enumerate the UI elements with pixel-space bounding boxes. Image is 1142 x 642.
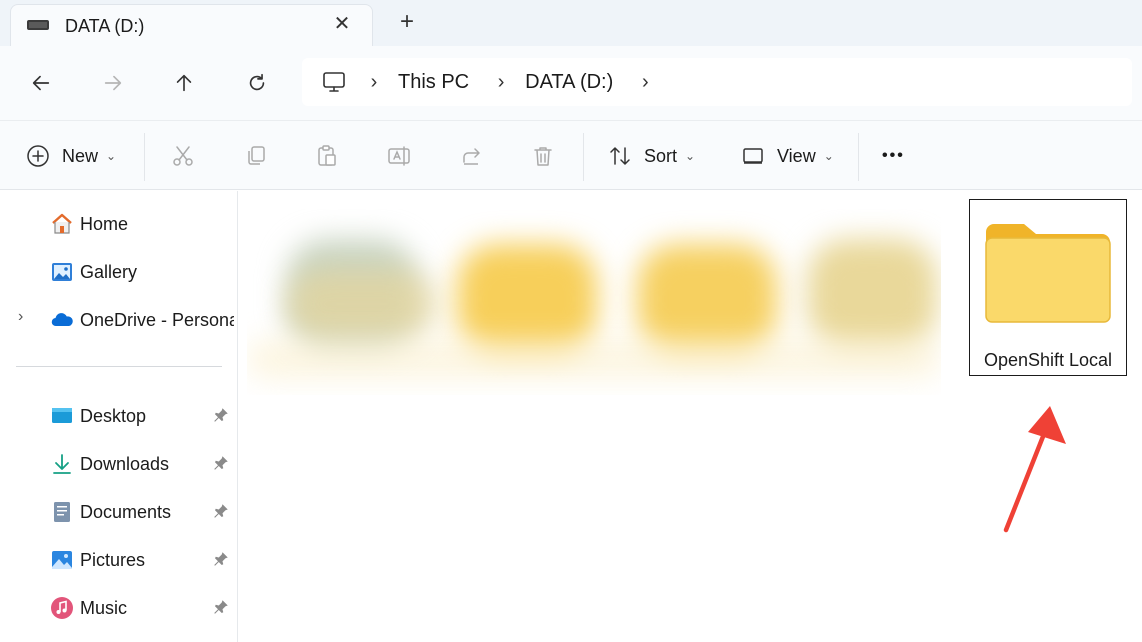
sort-label: Sort bbox=[644, 145, 678, 166]
trash-icon bbox=[534, 147, 552, 166]
sidebar-item-desktop[interactable]: Desktop bbox=[0, 396, 236, 436]
sort-icon bbox=[610, 147, 630, 165]
sidebar-item-documents[interactable]: Documents bbox=[0, 492, 236, 532]
chevron-down-icon: ⌄ bbox=[823, 149, 834, 163]
pin-icon[interactable] bbox=[212, 454, 230, 472]
sidebar-item-label: Gallery bbox=[80, 262, 138, 282]
sidebar-item-home[interactable]: Home bbox=[0, 204, 236, 244]
blurred-item bbox=[807, 239, 937, 349]
view-icon bbox=[743, 148, 763, 164]
sidebar-item-music[interactable]: Music bbox=[0, 588, 236, 628]
desktop-icon bbox=[52, 408, 72, 423]
up-button[interactable] bbox=[169, 68, 199, 98]
chevron-right-icon[interactable]: › bbox=[18, 308, 23, 326]
breadcrumb-data-drive[interactable]: DATA (D:) bbox=[525, 71, 613, 94]
divider bbox=[144, 133, 145, 181]
blurred-item bbox=[247, 339, 941, 379]
folder-name: OpenShift Local bbox=[983, 350, 1113, 370]
new-tab-button[interactable]: + bbox=[392, 8, 422, 38]
chevron-down-icon: ⌄ bbox=[685, 149, 696, 163]
view-button[interactable]: View ⌄ bbox=[741, 121, 834, 191]
tab-title: DATA (D:) bbox=[65, 16, 145, 36]
chevron-right-icon[interactable]: › bbox=[639, 71, 651, 94]
plus-circle-icon bbox=[27, 145, 49, 167]
blurred-item bbox=[637, 244, 777, 354]
sidebar-item-label: Home bbox=[80, 214, 129, 234]
refresh-button[interactable] bbox=[242, 68, 272, 98]
copy-icon bbox=[248, 146, 265, 165]
sidebar-item-onedrive[interactable]: › OneDrive - Persona bbox=[0, 300, 236, 340]
chevron-right-icon[interactable]: › bbox=[495, 71, 507, 94]
pin-icon[interactable] bbox=[212, 598, 230, 616]
sidebar-item-label: Documents bbox=[80, 502, 172, 522]
arrow-left-icon bbox=[32, 75, 50, 91]
breadcrumb-this-pc[interactable]: This PC bbox=[398, 71, 469, 94]
view-label: View bbox=[777, 145, 816, 166]
new-button[interactable]: New ⌄ bbox=[26, 121, 116, 191]
divider bbox=[583, 133, 584, 181]
onedrive-icon bbox=[51, 313, 73, 327]
sidebar-item-label: OneDrive - Persona bbox=[80, 310, 234, 330]
forward-button[interactable] bbox=[98, 68, 128, 98]
sidebar-item-downloads[interactable]: Downloads bbox=[0, 444, 236, 484]
sidebar-item-label: Downloads bbox=[80, 454, 170, 474]
more-options-button[interactable]: ••• bbox=[882, 121, 905, 191]
delete-button[interactable] bbox=[531, 121, 555, 191]
sidebar-item-pictures[interactable]: Pictures bbox=[0, 540, 236, 580]
sidebar-item-gallery[interactable]: Gallery bbox=[0, 252, 236, 292]
refresh-icon bbox=[249, 73, 265, 91]
share-button[interactable] bbox=[460, 121, 484, 191]
chevron-down-icon: ⌄ bbox=[106, 149, 117, 163]
arrow-right-icon bbox=[104, 75, 122, 91]
downloads-icon bbox=[53, 454, 71, 474]
share-icon bbox=[463, 148, 480, 165]
gallery-icon bbox=[52, 263, 72, 281]
tab-data-drive[interactable]: DATA (D:) ✕ bbox=[10, 4, 373, 46]
documents-icon bbox=[54, 502, 70, 522]
sidebar-item-label: Pictures bbox=[80, 550, 146, 570]
drive-icon bbox=[27, 20, 49, 30]
clipboard-icon bbox=[318, 145, 336, 166]
sidebar-item-label: Desktop bbox=[80, 406, 147, 426]
navigation-pane: Home Gallery › OneDrive - Persona Deskto… bbox=[0, 191, 238, 642]
blurred-item bbox=[457, 244, 597, 354]
blurred-folders bbox=[247, 209, 941, 395]
sort-button[interactable]: Sort ⌄ bbox=[608, 121, 695, 191]
sidebar-item-label: Music bbox=[80, 598, 128, 618]
pin-icon[interactable] bbox=[212, 550, 230, 568]
divider bbox=[858, 133, 859, 181]
blurred-item bbox=[287, 269, 437, 339]
copy-button[interactable] bbox=[244, 121, 268, 191]
tab-strip: DATA (D:) ✕ + bbox=[0, 0, 1142, 46]
new-label: New bbox=[62, 145, 99, 166]
cut-button[interactable] bbox=[171, 121, 195, 191]
scissors-icon bbox=[173, 146, 193, 166]
breadcrumb[interactable]: › This PC › DATA (D:) › bbox=[302, 58, 1132, 106]
rename-icon bbox=[388, 146, 410, 166]
divider bbox=[16, 366, 222, 367]
pin-icon[interactable] bbox=[212, 406, 230, 424]
annotation-arrow bbox=[1003, 406, 1066, 533]
home-icon bbox=[52, 213, 72, 234]
pictures-icon bbox=[52, 551, 72, 569]
chevron-right-icon[interactable]: › bbox=[368, 71, 380, 94]
folder-openshift-local[interactable]: OpenShift Local bbox=[969, 199, 1127, 376]
more-icon: ••• bbox=[882, 147, 905, 164]
close-tab-button[interactable]: ✕ bbox=[329, 11, 355, 37]
rename-button[interactable] bbox=[387, 121, 411, 191]
this-pc-icon[interactable] bbox=[322, 70, 346, 94]
paste-button[interactable] bbox=[315, 121, 339, 191]
pin-icon[interactable] bbox=[212, 502, 230, 520]
music-icon bbox=[51, 597, 73, 619]
arrow-up-icon bbox=[176, 74, 192, 92]
folder-icon bbox=[985, 224, 1111, 323]
back-button[interactable] bbox=[26, 68, 56, 98]
address-bar-row: › This PC › DATA (D:) › bbox=[0, 46, 1142, 120]
command-bar: New ⌄ Sort ⌄ View ⌄ ••• bbox=[0, 120, 1142, 190]
